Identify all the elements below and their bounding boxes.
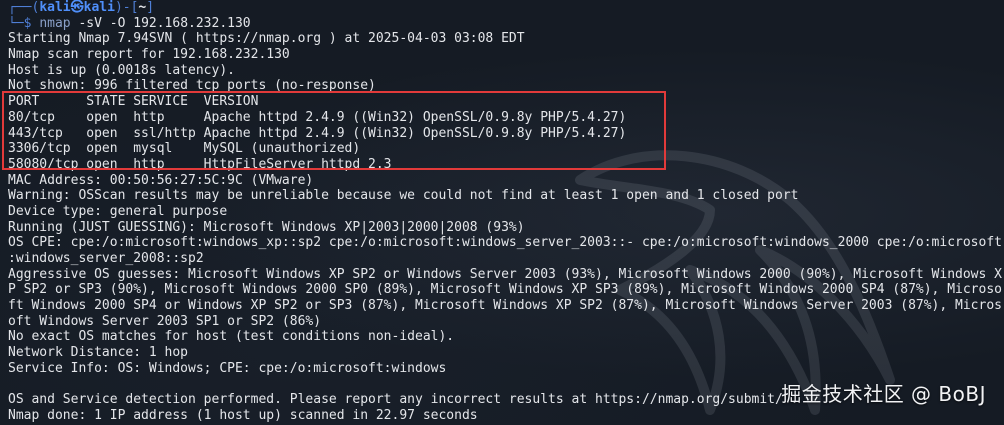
port-row-80: 80/tcp open http Apache httpd 2.4.9 ((Wi… [8, 109, 627, 125]
prompt-dollar: └─$ [8, 15, 40, 31]
output-line-os-cpe: OS CPE: cpe:/o:microsoft:windows_xp::sp2… [8, 235, 1002, 251]
output-line-device-type: Device type: general purpose [8, 203, 228, 219]
prompt-user-host: kali㉿kali [39, 0, 115, 15]
output-line-aggressive-1: Aggressive OS guesses: Microsoft Windows… [8, 266, 1002, 282]
output-line-scan-report: Nmap scan report for 192.168.232.130 [8, 47, 290, 63]
command-line[interactable]: └─$ nmap -sV -O 192.168.232.130 [8, 16, 1004, 32]
output-line-nmap-done: Nmap done: 1 IP address (1 host up) scan… [8, 407, 478, 423]
prompt-corner: ┌──( [8, 0, 40, 15]
command-tool: nmap [39, 15, 71, 31]
output-line-starting: Starting Nmap 7.94SVN ( https://nmap.org… [8, 31, 525, 47]
output-line-running: Running (JUST GUESSING): Microsoft Windo… [8, 219, 525, 235]
terminal-window[interactable]: ┌──(kali㉿kali)-[~] └─$ nmap -sV -O 192.1… [0, 0, 1004, 425]
output-line-network-distance: Network Distance: 1 hop [8, 345, 189, 361]
output-line-aggressive-4: oft Windows Server 2003 SP1 or SP2 (86%) [8, 313, 322, 329]
output-line-warning: Warning: OSScan results may be unreliabl… [8, 188, 799, 204]
port-row-3306: 3306/tcp open mysql MySQL (unauthorized) [8, 141, 361, 157]
output-line-service-info: Service Info: OS: Windows; CPE: cpe:/o:m… [8, 360, 447, 376]
output-line-host-up: Host is up (0.0018s latency). [8, 62, 235, 78]
port-row-58080: 58080/tcp open http HttpFileServer httpd… [8, 156, 392, 172]
output-line-aggressive-3: ft Windows 2000 SP4 or Windows XP SP2 or… [8, 298, 1002, 314]
prompt-separator: )-[ [114, 0, 139, 15]
site-watermark: 掘金技术社区 @ BoBJ [781, 382, 986, 406]
output-line-os-cpe-cont: :windows_server_2008::sp2 [8, 251, 204, 266]
terminal-output: ┌──(kali㉿kali)-[~] └─$ nmap -sV -O 192.1… [8, 0, 1004, 424]
output-line-aggressive-2: P SP2 or SP3 (90%), Microsoft Windows 20… [8, 282, 1002, 298]
output-line-mac: MAC Address: 00:50:56:27:5C:9C (VMware) [8, 172, 314, 188]
port-row-443: 443/tcp open ssl/http Apache httpd 2.4.9… [8, 125, 627, 141]
port-table-header: PORT STATE SERVICE VERSION [8, 94, 259, 110]
prompt-close: ] [146, 0, 155, 15]
output-line-no-exact-match: No exact OS matches for host (test condi… [8, 329, 455, 345]
prompt-header-line: ┌──(kali㉿kali)-[~] [8, 0, 1004, 16]
output-line-not-shown: Not shown: 996 filtered tcp ports (no-re… [8, 78, 376, 94]
command-args: -sV -O 192.168.232.130 [70, 15, 251, 31]
